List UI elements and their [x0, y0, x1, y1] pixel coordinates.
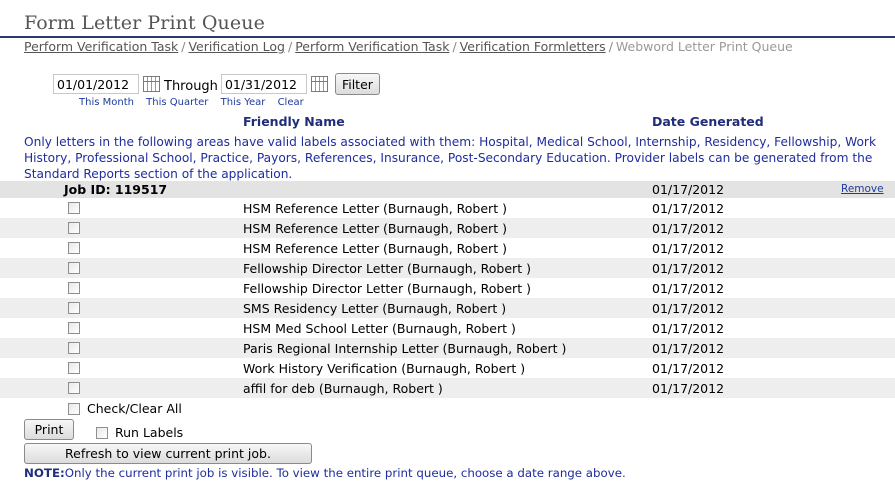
- friendly-name-header: Friendly Name: [243, 114, 345, 129]
- letter-name: HSM Reference Letter (Burnaugh, Robert ): [243, 201, 507, 216]
- letter-name: HSM Reference Letter (Burnaugh, Robert ): [243, 241, 507, 256]
- print-queue-page: Form Letter Print Queue Perform Verifica…: [0, 0, 895, 486]
- letter-name: SMS Residency Letter (Burnaugh, Robert ): [243, 301, 507, 316]
- letter-row: HSM Reference Letter (Burnaugh, Robert )…: [0, 218, 895, 238]
- refresh-button[interactable]: Refresh to view current print job.: [24, 443, 312, 464]
- through-label: Through: [164, 78, 218, 94]
- run-labels-label: Run Labels: [115, 425, 184, 440]
- letter-row: Fellowship Director Letter (Burnaugh, Ro…: [0, 258, 895, 278]
- quick-date-links: This Month This Quarter This Year Clear: [79, 97, 313, 108]
- calendar-icon[interactable]: [143, 76, 160, 92]
- letter-row: Paris Regional Internship Letter (Burnau…: [0, 338, 895, 358]
- page-title: Form Letter Print Queue: [24, 12, 265, 34]
- breadcrumb-separator: /: [608, 39, 613, 54]
- date-generated-header: Date Generated: [652, 114, 764, 129]
- letter-row: HSM Med School Letter (Burnaugh, Robert …: [0, 318, 895, 338]
- note-label: NOTE:: [24, 466, 65, 480]
- letter-checkbox[interactable]: [68, 242, 80, 254]
- check-clear-all: Check/Clear All: [68, 401, 182, 416]
- letter-date: 01/17/2012: [652, 381, 725, 396]
- letter-name: Fellowship Director Letter (Burnaugh, Ro…: [243, 261, 531, 276]
- breadcrumb-separator: /: [452, 39, 457, 54]
- letter-checkbox[interactable]: [68, 222, 80, 234]
- filter-button[interactable]: Filter: [334, 73, 380, 95]
- breadcrumb-perform-verification-task-2[interactable]: Perform Verification Task: [295, 39, 449, 54]
- clear-link[interactable]: Clear: [278, 97, 304, 108]
- letter-checkbox[interactable]: [68, 382, 80, 394]
- letter-checkbox[interactable]: [68, 362, 80, 374]
- letter-row: Work History Verification (Burnaugh, Rob…: [0, 358, 895, 378]
- letter-date: 01/17/2012: [652, 261, 725, 276]
- breadcrumb-perform-verification-task[interactable]: Perform Verification Task: [24, 39, 178, 54]
- letter-date: 01/17/2012: [652, 301, 725, 316]
- letter-checkbox[interactable]: [68, 322, 80, 334]
- letter-checkbox[interactable]: [68, 302, 80, 314]
- letter-name: Fellowship Director Letter (Burnaugh, Ro…: [243, 281, 531, 296]
- check-clear-all-label: Check/Clear All: [87, 401, 182, 416]
- letter-row: Fellowship Director Letter (Burnaugh, Ro…: [0, 278, 895, 298]
- letter-date: 01/17/2012: [652, 361, 725, 376]
- letter-row: HSM Reference Letter (Burnaugh, Robert )…: [0, 198, 895, 218]
- end-date-input[interactable]: [220, 74, 307, 94]
- this-year-link[interactable]: This Year: [221, 97, 266, 108]
- letter-row: SMS Residency Letter (Burnaugh, Robert )…: [0, 298, 895, 318]
- letter-date: 01/17/2012: [652, 281, 725, 296]
- run-labels-checkbox[interactable]: [96, 426, 108, 439]
- letter-date: 01/17/2012: [652, 241, 725, 256]
- letter-date: 01/17/2012: [652, 201, 725, 216]
- letter-date: 01/17/2012: [652, 341, 725, 356]
- letter-checkbox[interactable]: [68, 262, 80, 274]
- letter-checkbox[interactable]: [68, 282, 80, 294]
- letter-checkbox[interactable]: [68, 342, 80, 354]
- breadcrumb-current: Webword Letter Print Queue: [615, 39, 793, 54]
- breadcrumb-verification-formletters[interactable]: Verification Formletters: [460, 39, 606, 54]
- this-quarter-link[interactable]: This Quarter: [146, 97, 208, 108]
- letter-date: 01/17/2012: [652, 321, 725, 336]
- job-id: Job ID: 119517: [64, 182, 168, 197]
- letter-name: Paris Regional Internship Letter (Burnau…: [243, 341, 567, 356]
- letters-list: HSM Reference Letter (Burnaugh, Robert )…: [0, 198, 895, 398]
- letter-date: 01/17/2012: [652, 221, 725, 236]
- print-button[interactable]: Print: [24, 419, 74, 440]
- breadcrumb-verification-log[interactable]: Verification Log: [188, 39, 285, 54]
- letter-checkbox[interactable]: [68, 202, 80, 214]
- title-divider: [0, 36, 895, 38]
- calendar-icon[interactable]: [310, 76, 328, 92]
- letter-name: HSM Reference Letter (Burnaugh, Robert ): [243, 221, 507, 236]
- date-filter-row: Through Filter: [53, 72, 380, 96]
- letter-row: affil for deb (Burnaugh, Robert ) 01/17/…: [0, 378, 895, 398]
- breadcrumb-separator: /: [181, 39, 186, 54]
- letter-name: HSM Med School Letter (Burnaugh, Robert …: [243, 321, 516, 336]
- letter-name: Work History Verification (Burnaugh, Rob…: [243, 361, 526, 376]
- note-text: Only the current print job is visible. T…: [64, 466, 626, 480]
- check-clear-all-checkbox[interactable]: [68, 402, 80, 415]
- footer-note: NOTE:Only the current print job is visib…: [24, 466, 626, 480]
- letter-name: affil for deb (Burnaugh, Robert ): [243, 381, 443, 396]
- breadcrumb: Perform Verification Task / Verification L…: [24, 39, 793, 54]
- job-date: 01/17/2012: [652, 182, 725, 197]
- this-month-link[interactable]: This Month: [79, 97, 134, 108]
- letter-row: HSM Reference Letter (Burnaugh, Robert )…: [0, 238, 895, 258]
- valid-areas-note: Only letters in the following areas have…: [24, 135, 877, 181]
- start-date-input[interactable]: [53, 74, 139, 94]
- remove-link[interactable]: Remove: [841, 183, 884, 195]
- job-row: Job ID: 119517 01/17/2012 Remove: [0, 181, 895, 198]
- breadcrumb-separator: /: [288, 39, 293, 54]
- run-labels: Run Labels: [96, 425, 183, 440]
